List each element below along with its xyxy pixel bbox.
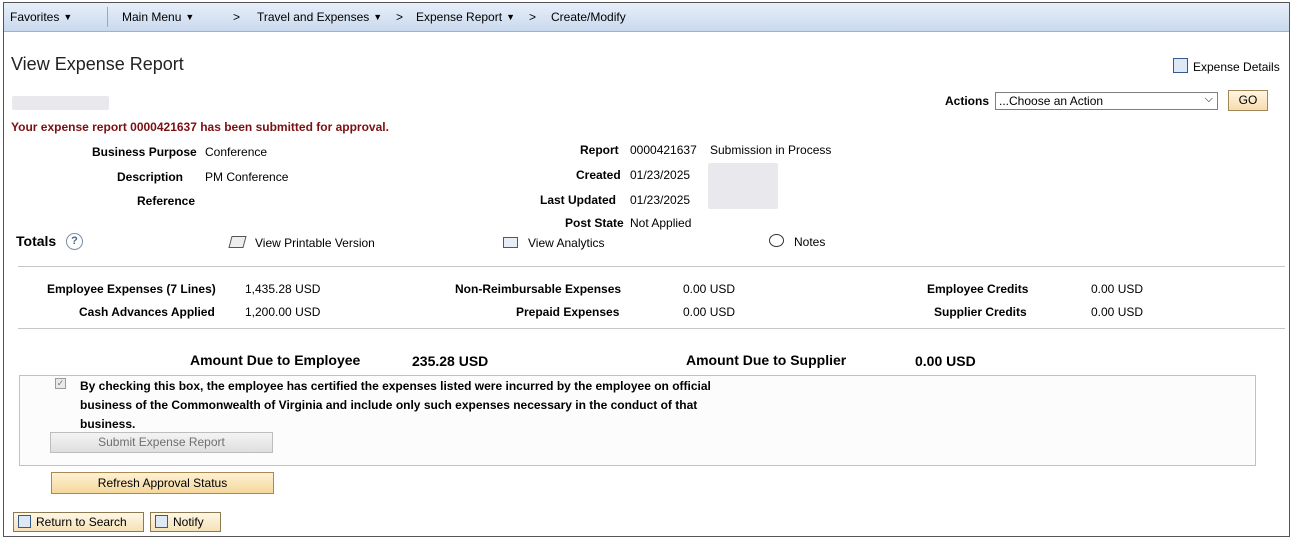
certification-checkbox[interactable]: ✓ (55, 378, 66, 389)
breadcrumb-create-modify[interactable]: Create/Modify (551, 10, 626, 24)
breadcrumb-separator: > (396, 10, 404, 24)
submit-expense-report-button[interactable]: Submit Expense Report (50, 432, 273, 453)
prepaid-value: 0.00 USD (683, 305, 736, 319)
divider (18, 328, 1285, 329)
business-purpose-label: Business Purpose (92, 145, 197, 159)
post-state-label: Post State (565, 216, 624, 230)
notify-button[interactable]: Notify (150, 512, 221, 532)
speech-bubble-icon (769, 234, 784, 247)
chart-icon (503, 237, 518, 248)
nav-divider (107, 7, 108, 27)
post-state-value: Not Applied (630, 216, 692, 230)
employee-credits-label: Employee Credits (927, 282, 1029, 296)
description-value: PM Conference (205, 170, 289, 184)
divider (18, 266, 1285, 267)
caret-down-icon: ▼ (373, 12, 383, 22)
employee-expenses-value: 1,435.28 USD (245, 282, 321, 296)
printer-icon (228, 236, 247, 248)
page-title: View Expense Report (11, 54, 184, 74)
help-icon: ? (66, 233, 83, 250)
notes-link[interactable]: Notes (769, 234, 825, 249)
created-label: Created (576, 168, 621, 182)
reference-label: Reference (137, 194, 196, 208)
breadcrumb-travel[interactable]: Travel and Expenses ▼ (257, 10, 382, 24)
non-reimbursable-label: Non-Reimbursable Expenses (455, 282, 622, 296)
go-button[interactable]: GO (1228, 90, 1268, 111)
description-label: Description (117, 170, 184, 184)
supplier-credits-value: 0.00 USD (1091, 305, 1144, 319)
non-reimbursable-value: 0.00 USD (683, 282, 736, 296)
submission-message: Your expense report 0000421637 has been … (11, 120, 389, 134)
main-menu[interactable]: Main Menu ▼ (122, 10, 194, 24)
caret-down-icon: ▼ (506, 12, 515, 22)
business-purpose-value: Conference (205, 145, 268, 159)
view-printable-link[interactable]: View Printable Version (228, 236, 375, 250)
return-search-icon (18, 515, 31, 528)
breadcrumb-separator: > (529, 10, 537, 24)
return-to-search-button[interactable]: Return to Search (13, 512, 144, 532)
prepaid-label: Prepaid Expenses (516, 305, 620, 319)
notify-icon (155, 515, 168, 528)
amount-due-supplier-value: 0.00 USD (915, 353, 976, 369)
cash-advances-value: 1,200.00 USD (245, 305, 321, 319)
top-nav-bar: Favorites ▼ Main Menu ▼ > Travel and Expen… (4, 3, 1289, 32)
breadcrumb-separator: > (233, 10, 241, 24)
breadcrumb-expense-report[interactable]: Expense Report ▼ (416, 10, 515, 24)
caret-down-icon: ▼ (185, 12, 195, 22)
refresh-approval-status-button[interactable]: Refresh Approval Status (51, 472, 274, 494)
report-id: 0000421637 (630, 143, 697, 157)
employee-credits-value: 0.00 USD (1091, 282, 1144, 296)
caret-down-icon: ▼ (63, 12, 73, 22)
amount-due-supplier-label: Amount Due to Supplier (686, 352, 847, 368)
report-label: Report (580, 143, 619, 157)
chevron-down-icon: ⌵ (1204, 93, 1213, 105)
totals-heading: Totals (16, 233, 57, 249)
supplier-credits-label: Supplier Credits (934, 305, 1027, 319)
amount-due-employee-value: 235.28 USD (412, 353, 489, 369)
view-analytics-link[interactable]: View Analytics (503, 236, 604, 250)
actions-selected-value: ...Choose an Action (999, 94, 1104, 108)
report-status: Submission in Process (710, 143, 832, 157)
last-updated-label: Last Updated (540, 193, 617, 207)
totals-help[interactable]: ? (66, 233, 83, 250)
user-info-redacted (708, 163, 778, 209)
employee-expenses-label: Employee Expenses (7 Lines) (47, 282, 216, 296)
actions-select[interactable]: ...Choose an Action ⌵ (995, 92, 1218, 110)
favorites-menu[interactable]: Favorites ▼ (10, 10, 72, 24)
expense-details-link[interactable]: Expense Details (1173, 58, 1280, 74)
last-updated-value: 01/23/2025 (630, 193, 691, 207)
cash-advances-label: Cash Advances Applied (79, 305, 215, 319)
certification-text: By checking this box, the employee has c… (80, 379, 711, 431)
search-doc-icon (1173, 58, 1188, 73)
actions-label: Actions (945, 94, 990, 108)
employee-name-redacted (12, 96, 109, 110)
amount-due-employee-label: Amount Due to Employee (190, 352, 361, 368)
created-value: 01/23/2025 (630, 168, 691, 182)
